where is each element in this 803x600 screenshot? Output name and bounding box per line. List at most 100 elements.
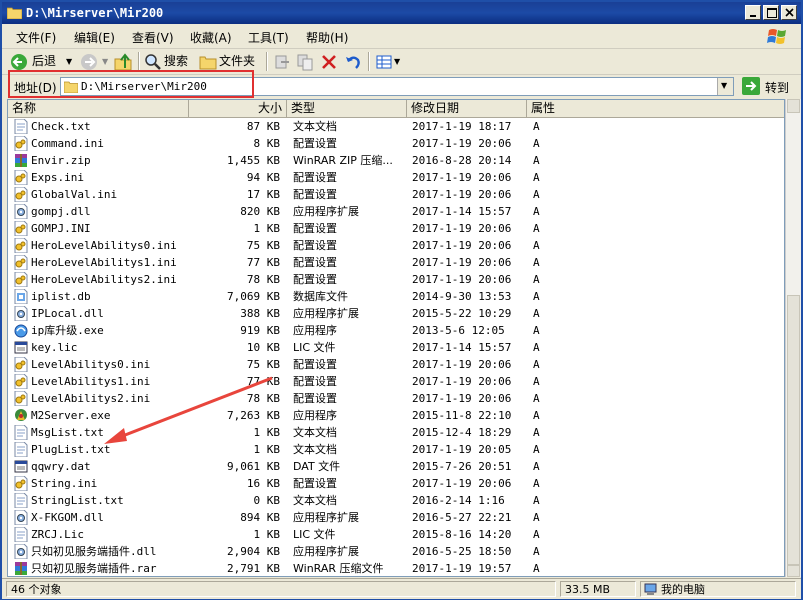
- file-list[interactable]: 名称 大小 类型 修改日期 属性 Check.txt 87 KB 文本文档 2017-…: [7, 99, 785, 577]
- ini-file-icon: [14, 475, 28, 492]
- ini-file-icon: [14, 186, 28, 203]
- file-row[interactable]: String.ini 16 KB 配置设置 2017-1-19 20:06 A: [8, 475, 784, 492]
- file-row[interactable]: gompj.dll 820 KB 应用程序扩展 2017-1-14 15:57 A: [8, 203, 784, 220]
- file-row[interactable]: StringList.txt 0 KB 文本文档 2016-2-14 1:16 A: [8, 492, 784, 509]
- file-attributes: A: [533, 443, 540, 456]
- menu-favorites[interactable]: 收藏(A): [190, 29, 232, 46]
- ini-file-icon: [14, 254, 28, 271]
- file-name: HeroLevelAbilitys0.ini: [31, 239, 177, 252]
- forward-button[interactable]: ▼: [80, 52, 110, 71]
- minimize-button[interactable]: [745, 5, 761, 20]
- file-size: 2,904 KB: [227, 545, 280, 558]
- file-size: 2,791 KB: [227, 562, 280, 575]
- file-row[interactable]: MsgList.txt 1 KB 文本文档 2015-12-4 18:29 A: [8, 424, 784, 441]
- scroll-thumb[interactable]: [787, 295, 800, 565]
- file-attributes: A: [533, 358, 540, 371]
- file-row[interactable]: PlugList.txt 1 KB 文本文档 2017-1-19 20:05 A: [8, 441, 784, 458]
- txt-file-icon: [14, 424, 28, 441]
- file-name: ip库升级.exe: [31, 324, 104, 337]
- file-row[interactable]: GlobalVal.ini 17 KB 配置设置 2017-1-19 20:06 A: [8, 186, 784, 203]
- file-name: Exps.ini: [31, 171, 84, 184]
- file-name: 只如初见服务端插件.rar: [31, 562, 157, 575]
- file-row[interactable]: ZRCJ.Lic 1 KB LIC 文件 2015-8-16 14:20 A: [8, 526, 784, 543]
- scroll-up-button[interactable]: [787, 99, 800, 113]
- file-row[interactable]: Command.ini 8 KB 配置设置 2017-1-19 20:06 A: [8, 135, 784, 152]
- ini-file-icon: [14, 373, 28, 390]
- file-name: HeroLevelAbilitys1.ini: [31, 256, 177, 269]
- file-row[interactable]: Exps.ini 94 KB 配置设置 2017-1-19 20:06 A: [8, 169, 784, 186]
- file-row[interactable]: HeroLevelAbilitys2.ini 78 KB 配置设置 2017-1-19…: [8, 271, 784, 288]
- file-attributes: A: [533, 460, 540, 473]
- up-folder-button[interactable]: [114, 52, 134, 71]
- file-modified: 2017-1-19 20:06: [412, 273, 512, 286]
- toolbar-separator: [138, 52, 140, 71]
- views-button[interactable]: ▼: [375, 52, 401, 71]
- move-to-button[interactable]: [273, 52, 291, 71]
- file-modified: 2016-2-14 1:16: [412, 494, 505, 507]
- file-type: WinRAR ZIP 压缩...: [293, 154, 393, 167]
- file-row[interactable]: LevelAbilitys1.ini 77 KB 配置设置 2017-1-19 20:…: [8, 373, 784, 390]
- menu-bar: 文件(F) 编辑(E) 查看(V) 收藏(A) 工具(T) 帮助(H): [2, 24, 801, 49]
- toolbar-separator: [368, 52, 370, 71]
- menu-tools[interactable]: 工具(T): [248, 29, 289, 46]
- file-row[interactable]: 只如初见服务端插件.rar 2,791 KB WinRAR 压缩文件 2017-1-1…: [8, 560, 784, 576]
- column-attributes[interactable]: 属性: [527, 100, 784, 117]
- title-bar[interactable]: D:\Mirserver\Mir200: [2, 2, 801, 24]
- file-row[interactable]: ip库升级.exe 919 KB 应用程序 2013-5-6 12:05 A: [8, 322, 784, 339]
- file-row[interactable]: LevelAbilitys2.ini 78 KB 配置设置 2017-1-19 20:…: [8, 390, 784, 407]
- vertical-scrollbar[interactable]: [785, 99, 801, 577]
- column-size[interactable]: 大小: [189, 100, 287, 117]
- file-row[interactable]: HeroLevelAbilitys0.ini 75 KB 配置设置 2017-1-19…: [8, 237, 784, 254]
- file-modified: 2017-1-19 20:06: [412, 188, 512, 201]
- file-modified: 2016-5-27 22:21: [412, 511, 512, 524]
- file-size: 94 KB: [246, 171, 280, 184]
- file-row[interactable]: HeroLevelAbilitys1.ini 77 KB 配置设置 2017-1-19…: [8, 254, 784, 271]
- file-name: HeroLevelAbilitys2.ini: [31, 273, 177, 286]
- maximize-button[interactable]: [763, 5, 779, 20]
- file-row[interactable]: iplist.db 7,069 KB 数据库文件 2014-9-30 13:53 A: [8, 288, 784, 305]
- column-modified[interactable]: 修改日期: [407, 100, 527, 117]
- file-size: 9,061 KB: [227, 460, 280, 473]
- delete-button[interactable]: [320, 52, 338, 71]
- file-name: GOMPJ.INI: [31, 222, 91, 235]
- file-row[interactable]: Check.txt 87 KB 文本文档 2017-1-19 18:17 A: [8, 118, 784, 135]
- file-row[interactable]: X-FKGOM.dll 894 KB 应用程序扩展 2016-5-27 22:21 A: [8, 509, 784, 526]
- file-row[interactable]: qqwry.dat 9,061 KB DAT 文件 2015-7-26 20:51 A: [8, 458, 784, 475]
- copy-to-button[interactable]: [296, 52, 314, 71]
- menu-file[interactable]: 文件(F): [16, 29, 56, 46]
- file-attributes: A: [533, 324, 540, 337]
- file-row[interactable]: IPLocal.dll 388 KB 应用程序扩展 2015-5-22 10:29 A: [8, 305, 784, 322]
- file-row[interactable]: 只如初见服务端插件.dll 2,904 KB 应用程序扩展 2016-5-25 18:…: [8, 543, 784, 560]
- txt-file-icon: [14, 441, 28, 458]
- undo-button[interactable]: [344, 52, 362, 71]
- file-size: 1 KB: [253, 426, 281, 439]
- menu-edit[interactable]: 编辑(E): [74, 29, 115, 46]
- back-button[interactable]: 后退 ▼: [10, 52, 76, 71]
- undo-icon: [346, 56, 360, 69]
- file-attributes: A: [533, 392, 540, 405]
- folders-button[interactable]: 文件夹: [199, 52, 259, 71]
- menu-view[interactable]: 查看(V): [132, 29, 174, 46]
- column-name[interactable]: 名称: [8, 100, 189, 117]
- file-row[interactable]: LevelAbilitys0.ini 75 KB 配置设置 2017-1-19 20:…: [8, 356, 784, 373]
- file-size: 87 KB: [246, 120, 280, 133]
- scroll-down-button[interactable]: [787, 565, 800, 577]
- file-modified: 2017-1-19 20:06: [412, 222, 512, 235]
- close-button[interactable]: [781, 5, 797, 20]
- rar-file-icon: [14, 153, 28, 168]
- file-row[interactable]: GOMPJ.INI 1 KB 配置设置 2017-1-19 20:06 A: [8, 220, 784, 237]
- file-modified: 2017-1-14 15:57: [412, 341, 512, 354]
- file-type: 应用程序: [293, 324, 337, 337]
- search-button[interactable]: 搜索: [144, 52, 194, 71]
- file-size: 0 KB: [253, 494, 281, 507]
- menu-help[interactable]: 帮助(H): [306, 29, 348, 46]
- address-dropdown-button[interactable]: ▼: [717, 78, 733, 95]
- file-row[interactable]: Envir.zip 1,455 KB WinRAR ZIP 压缩... 2016-8-…: [8, 152, 784, 169]
- views-grid-icon: [376, 55, 392, 69]
- file-size: 894 KB: [240, 511, 280, 524]
- file-attributes: A: [533, 341, 540, 354]
- file-row[interactable]: key.lic 10 KB LIC 文件 2017-1-14 15:57 A: [8, 339, 784, 356]
- file-row[interactable]: M2Server.exe 7,263 KB 应用程序 2015-11-8 22:10 A: [8, 407, 784, 424]
- column-type[interactable]: 类型: [287, 100, 407, 117]
- go-button[interactable]: 转到: [742, 77, 796, 96]
